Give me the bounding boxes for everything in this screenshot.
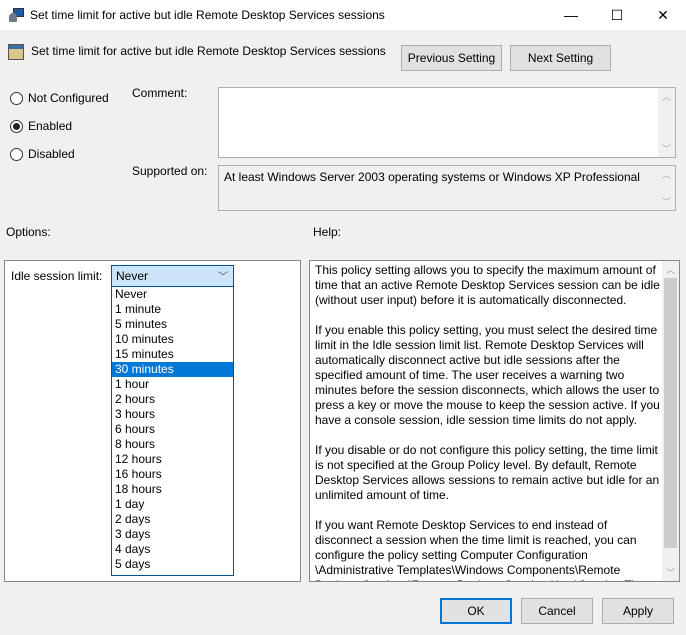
scroll-thumb[interactable] — [664, 278, 677, 548]
dropdown-option[interactable]: 5 minutes — [112, 317, 233, 332]
help-panel: This policy setting allows you to specif… — [309, 260, 680, 582]
dropdown-option[interactable]: 2 hours — [112, 392, 233, 407]
policy-icon — [8, 44, 24, 60]
comment-input[interactable]: ︿ ﹀ — [218, 87, 676, 158]
ok-button[interactable]: OK — [440, 598, 512, 624]
maximize-button[interactable]: ☐ — [594, 0, 640, 30]
next-setting-button[interactable]: Next Setting — [510, 45, 611, 71]
help-text: This policy setting allows you to specif… — [315, 263, 660, 581]
apply-button[interactable]: Apply — [602, 598, 674, 624]
dropdown-option[interactable]: 8 hours — [112, 437, 233, 452]
dropdown-option[interactable]: Never — [112, 287, 233, 302]
dropdown-option[interactable]: 6 hours — [112, 422, 233, 437]
window-title: Set time limit for active but idle Remot… — [30, 8, 385, 22]
dropdown-option[interactable]: 4 days — [112, 542, 233, 557]
options-panel: Idle session limit: Never ﹀ Never 1 minut… — [4, 260, 301, 582]
dropdown-option[interactable]: 1 day — [112, 497, 233, 512]
idle-session-limit-dropdown[interactable]: Never 1 minute 5 minutes 10 minutes 15 minut… — [111, 287, 234, 576]
supported-on-box: At least Windows Server 2003 operating s… — [218, 165, 676, 211]
scroll-down-icon[interactable]: ﹀ — [662, 564, 679, 581]
supported-on-label: Supported on: — [132, 164, 208, 178]
supported-scrollbar[interactable]: ︿ ﹀ — [658, 166, 675, 210]
help-paragraph: If you want Remote Desktop Services to e… — [315, 518, 650, 581]
help-paragraph: This policy setting allows you to specif… — [315, 263, 660, 307]
dropdown-option[interactable]: 18 hours — [112, 482, 233, 497]
help-scrollbar[interactable]: ︿ ﹀ — [662, 261, 679, 581]
radio-circle-checked — [10, 119, 23, 133]
dropdown-option[interactable]: 30 minutes — [112, 362, 233, 377]
help-label: Help: — [313, 225, 342, 239]
dropdown-option[interactable]: 1 minute — [112, 302, 233, 317]
scroll-up-icon[interactable]: ︿ — [658, 88, 675, 105]
policy-title: Set time limit for active but idle Remot… — [31, 44, 386, 58]
supported-on-value: At least Windows Server 2003 operating s… — [224, 170, 640, 184]
select-value: Never — [116, 269, 149, 283]
radio-label: Not Configured — [28, 91, 109, 105]
help-paragraph: If you enable this policy setting, you m… — [315, 323, 660, 427]
dropdown-option[interactable]: 5 days — [112, 557, 233, 572]
dropdown-option[interactable]: 12 hours — [112, 452, 233, 467]
radio-disabled[interactable]: Disabled — [10, 147, 75, 161]
comment-scrollbar[interactable]: ︿ ﹀ — [658, 88, 675, 157]
idle-session-limit-select[interactable]: Never ﹀ — [111, 265, 234, 287]
options-label: Options: — [6, 225, 51, 239]
title-bar: Set time limit for active but idle Remot… — [0, 0, 686, 30]
remote-desktop-icon — [8, 7, 24, 23]
help-paragraph: If you disable or do not configure this … — [315, 443, 660, 502]
dropdown-option[interactable]: 16 hours — [112, 467, 233, 482]
radio-circle — [10, 147, 23, 161]
radio-label: Disabled — [28, 147, 75, 161]
dropdown-option[interactable]: 15 minutes — [112, 347, 233, 362]
dropdown-option[interactable]: 3 days — [112, 527, 233, 542]
scroll-up-icon[interactable]: ︿ — [658, 166, 675, 183]
scroll-up-icon[interactable]: ︿ — [662, 261, 679, 278]
scroll-down-icon[interactable]: ﹀ — [658, 140, 675, 157]
dropdown-option[interactable]: 10 minutes — [112, 332, 233, 347]
minimize-button[interactable]: — — [548, 0, 594, 30]
close-button[interactable]: ✕ — [640, 0, 686, 30]
chevron-down-icon: ﹀ — [218, 272, 228, 283]
scroll-down-icon[interactable]: ﹀ — [658, 193, 675, 210]
radio-enabled[interactable]: Enabled — [10, 119, 72, 133]
previous-setting-button[interactable]: Previous Setting — [401, 45, 502, 71]
cancel-button[interactable]: Cancel — [521, 598, 593, 624]
radio-label: Enabled — [28, 119, 73, 133]
dropdown-option[interactable]: 2 days — [112, 512, 233, 527]
comment-label: Comment: — [132, 86, 188, 100]
idle-session-limit-label: Idle session limit: — [11, 269, 103, 283]
dropdown-option[interactable]: 3 hours — [112, 407, 233, 422]
radio-not-configured[interactable]: Not Configured — [10, 91, 109, 105]
radio-circle — [10, 91, 23, 105]
dropdown-option[interactable]: 1 hour — [112, 377, 233, 392]
